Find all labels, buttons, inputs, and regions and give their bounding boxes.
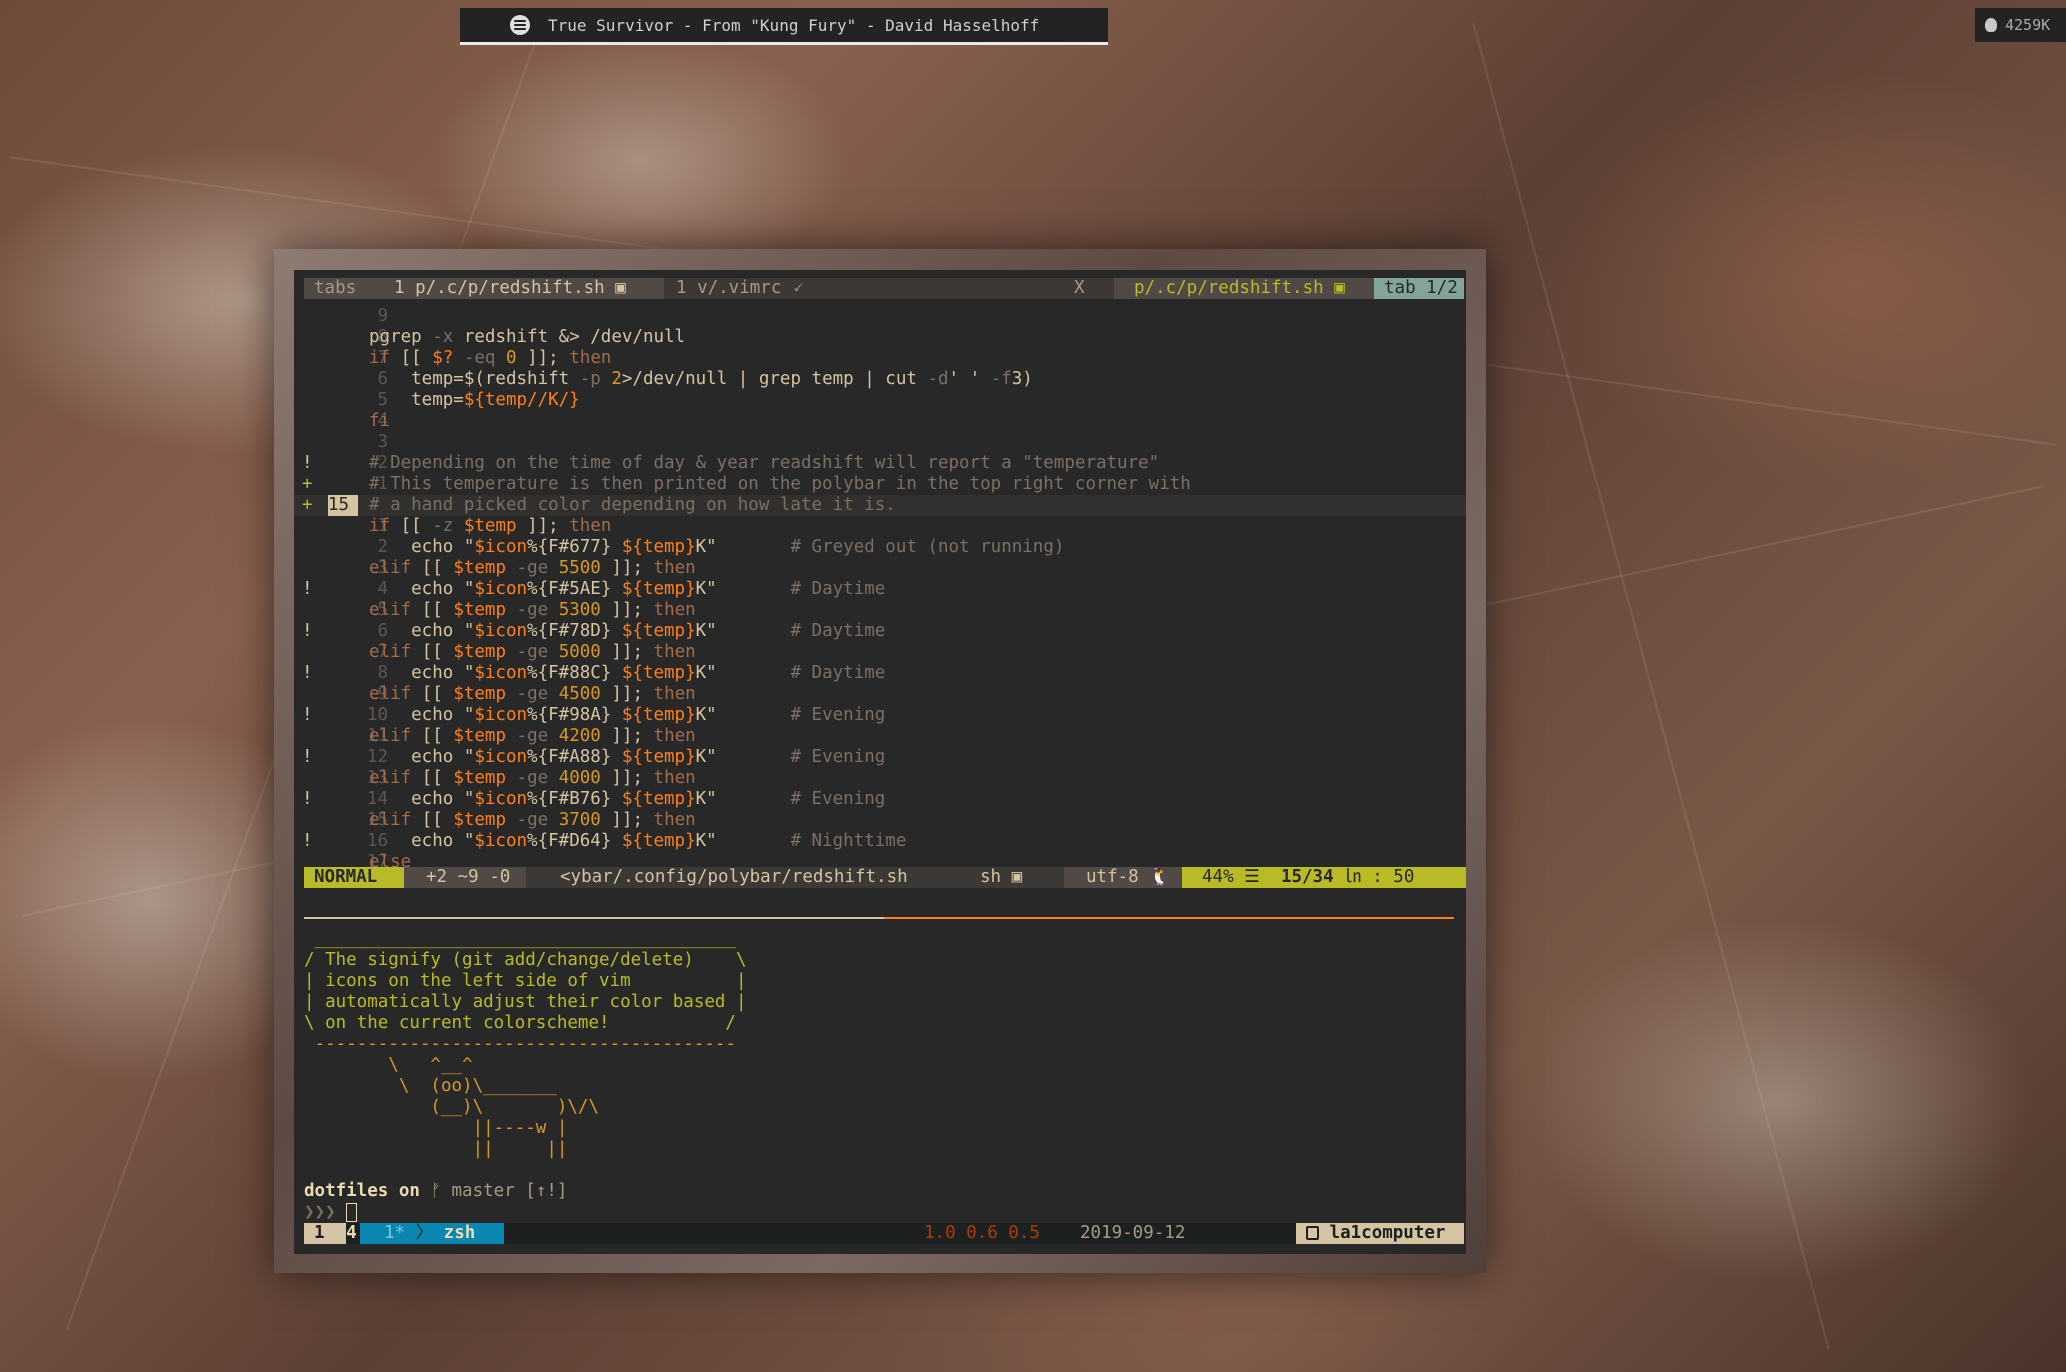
- shell-input[interactable]: ❯❯❯: [304, 1202, 358, 1223]
- tab-close-button[interactable]: X: [1074, 278, 1114, 299]
- signify-sign: !: [302, 747, 313, 767]
- code-line[interactable]: 9: [294, 306, 1466, 327]
- code-line[interactable]: ! 6 echo "$icon%{F#78D} ${temp}K" # Dayti…: [294, 621, 1466, 642]
- signify-sign: !: [302, 789, 313, 809]
- tmux-date: 2019-09-12: [1080, 1223, 1186, 1243]
- signify-sign: !: [302, 831, 313, 851]
- code-line[interactable]: ! 12 echo "$icon%{F#A88} ${temp}K" # Even…: [294, 747, 1466, 768]
- bulb-icon: [1985, 18, 1997, 32]
- terminal[interactable]: tabs 1 p/.c/p/redshift.sh ▣ 1 v/.vimrc 🗸…: [294, 270, 1466, 1254]
- memory-readout: 4259K: [2005, 16, 2051, 34]
- code-text: if [[ $? -eq 0 ]]; then: [369, 348, 612, 368]
- code-line[interactable]: 7 if [[ $? -eq 0 ]]; then: [294, 348, 1466, 369]
- code-line[interactable]: 8 pgrep -x redshift &> /dev/null: [294, 327, 1466, 348]
- lock-icon: [1306, 1226, 1319, 1240]
- code-text: echo "$icon%{F#88C} ${temp}K" # Daytime: [369, 663, 886, 683]
- code-text: # Depending on the time of day & year re…: [369, 453, 1160, 473]
- code-text: elif [[ $temp -ge 5300 ]]; then: [369, 600, 696, 620]
- code-text: if [[ -z $temp ]]; then: [369, 516, 612, 536]
- status-encoding: utf-8 🐧: [1064, 867, 1194, 888]
- tabline-current-file: p/.c/p/redshift.sh ▣: [1114, 278, 1384, 299]
- signify-sign: !: [302, 453, 313, 473]
- code-text: elif [[ $temp -ge 5500 ]]; then: [369, 558, 696, 578]
- code-text: # This temperature is then printed on th…: [369, 474, 1191, 494]
- tabline-label: tabs: [304, 278, 374, 299]
- git-diff-summary: +2 ~9 -0: [404, 867, 526, 888]
- tmux-window-zsh[interactable]: 1* 〉 zsh: [360, 1223, 504, 1244]
- signify-sign: !: [302, 579, 313, 599]
- code-text: echo "$icon%{F#B76} ${temp}K" # Evening: [369, 789, 886, 809]
- code-line[interactable]: ! 10 echo "$icon%{F#98A} ${temp}K" # Even…: [294, 705, 1466, 726]
- signify-sign: !: [302, 663, 313, 683]
- signify-sign: !: [302, 705, 313, 725]
- vim-tabline: tabs 1 p/.c/p/redshift.sh ▣ 1 v/.vimrc 🗸…: [304, 278, 1464, 299]
- tmux-load: 1.0 0.6 0.5: [924, 1223, 1040, 1243]
- code-line[interactable]: 15 elif [[ $temp -ge 3700 ]]; then: [294, 810, 1466, 831]
- code-line[interactable]: 2 echo "$icon%{F#677} ${temp}K" # Greyed…: [294, 537, 1466, 558]
- code-line[interactable]: +15 # a hand picked color depending on ho…: [294, 495, 1466, 516]
- code-line[interactable]: 5 temp=${temp//K/}: [294, 390, 1466, 411]
- code-line[interactable]: 11 elif [[ $temp -ge 4200 ]]; then: [294, 726, 1466, 747]
- code-text: # a hand picked color depending on how l…: [369, 495, 896, 515]
- code-line[interactable]: 1 if [[ -z $temp ]]; then: [294, 516, 1466, 537]
- now-playing-bar[interactable]: True Survivor - From "Kung Fury" - David…: [460, 8, 1108, 45]
- tab-count: tab 1/2: [1374, 278, 1464, 299]
- tab-vimrc[interactable]: 1 v/.vimrc 🗸: [676, 278, 804, 299]
- system-tray[interactable]: 4259K: [1975, 8, 2066, 42]
- code-line[interactable]: 13 elif [[ $temp -ge 4000 ]]; then: [294, 768, 1466, 789]
- tmux-status-bar: 1 1* 〉 zsh 1.0 0.6 0.5 2019-09-12 21:14 …: [304, 1223, 1464, 1244]
- tab-redshift[interactable]: 1 p/.c/p/redshift.sh ▣: [374, 278, 664, 299]
- code-text: elif [[ $temp -ge 5000 ]]; then: [369, 642, 696, 662]
- code-text: elif [[ $temp -ge 3700 ]]; then: [369, 810, 696, 830]
- vim-mode: NORMAL: [304, 867, 404, 888]
- code-line[interactable]: 9 elif [[ $temp -ge 4500 ]]; then: [294, 684, 1466, 705]
- code-text: echo "$icon%{F#5AE} ${temp}K" # Daytime: [369, 579, 886, 599]
- signify-sign: !: [302, 621, 313, 641]
- signify-sign: +: [302, 495, 313, 515]
- vim-statusline: NORMAL +2 ~9 -0 <ybar/.config/polybar/re…: [304, 867, 1466, 888]
- code-text: echo "$icon%{F#677} ${temp}K" # Greyed o…: [369, 537, 1065, 557]
- code-text: elif [[ $temp -ge 4200 ]]; then: [369, 726, 696, 746]
- code-line[interactable]: ! 16 echo "$icon%{F#D64} ${temp}K" # Nigh…: [294, 831, 1466, 852]
- code-line[interactable]: ! 14 echo "$icon%{F#B76} ${temp}K" # Even…: [294, 789, 1466, 810]
- tmux-session[interactable]: 1: [304, 1223, 346, 1244]
- line-number: 9: [377, 306, 388, 326]
- code-text: elif [[ $temp -ge 4500 ]]; then: [369, 684, 696, 704]
- code-line[interactable]: 5 elif [[ $temp -ge 5300 ]]; then: [294, 600, 1466, 621]
- cursor: [346, 1202, 358, 1222]
- spotify-icon: [510, 15, 530, 35]
- signify-sign: +: [302, 474, 313, 494]
- pane-divider-active: [304, 917, 884, 919]
- code-text: pgrep -x redshift &> /dev/null: [369, 327, 686, 347]
- code-text: fi: [369, 411, 391, 431]
- code-line[interactable]: 3: [294, 432, 1466, 453]
- tmux-host: la1computer: [1296, 1223, 1464, 1244]
- code-text: temp=${temp//K/}: [369, 390, 580, 410]
- code-line[interactable]: ! 2 # Depending on the time of day & year …: [294, 453, 1466, 474]
- code-text: temp=$(redshift -p 2>/dev/null | grep te…: [369, 369, 1033, 389]
- line-number: 15: [328, 495, 358, 516]
- code-line[interactable]: 4 fi: [294, 411, 1466, 432]
- code-text: elif [[ $temp -ge 4000 ]]; then: [369, 768, 696, 788]
- code-line[interactable]: ! 4 echo "$icon%{F#5AE} ${temp}K" # Dayti…: [294, 579, 1466, 600]
- code-line[interactable]: 3 elif [[ $temp -ge 5500 ]]; then: [294, 558, 1466, 579]
- code-text: echo "$icon%{F#D64} ${temp}K" # Nighttim…: [369, 831, 907, 851]
- status-filename: <ybar/.config/polybar/redshift.sh: [560, 867, 908, 887]
- status-filetype: sh ▣: [980, 867, 1023, 887]
- shell-prompt-info: dotfiles on ᚠ master [↑!]: [304, 1181, 568, 1201]
- code-line[interactable]: 6 temp=$(redshift -p 2>/dev/null | grep …: [294, 369, 1466, 390]
- code-text: echo "$icon%{F#78D} ${temp}K" # Daytime: [369, 621, 886, 641]
- code-line[interactable]: ! 8 echo "$icon%{F#88C} ${temp}K" # Dayti…: [294, 663, 1466, 684]
- status-position: 44% ☰ 15/34 ㏑ : 50: [1182, 867, 1466, 888]
- code-line[interactable]: +1 # This temperature is then printed on …: [294, 474, 1466, 495]
- code-line[interactable]: 7 elif [[ $temp -ge 5000 ]]; then: [294, 642, 1466, 663]
- code-text: echo "$icon%{F#A88} ${temp}K" # Evening: [369, 747, 886, 767]
- line-number: 3: [377, 432, 388, 452]
- now-playing-title: True Survivor - From "Kung Fury" - David…: [548, 15, 1040, 35]
- code-text: echo "$icon%{F#98A} ${temp}K" # Evening: [369, 705, 886, 725]
